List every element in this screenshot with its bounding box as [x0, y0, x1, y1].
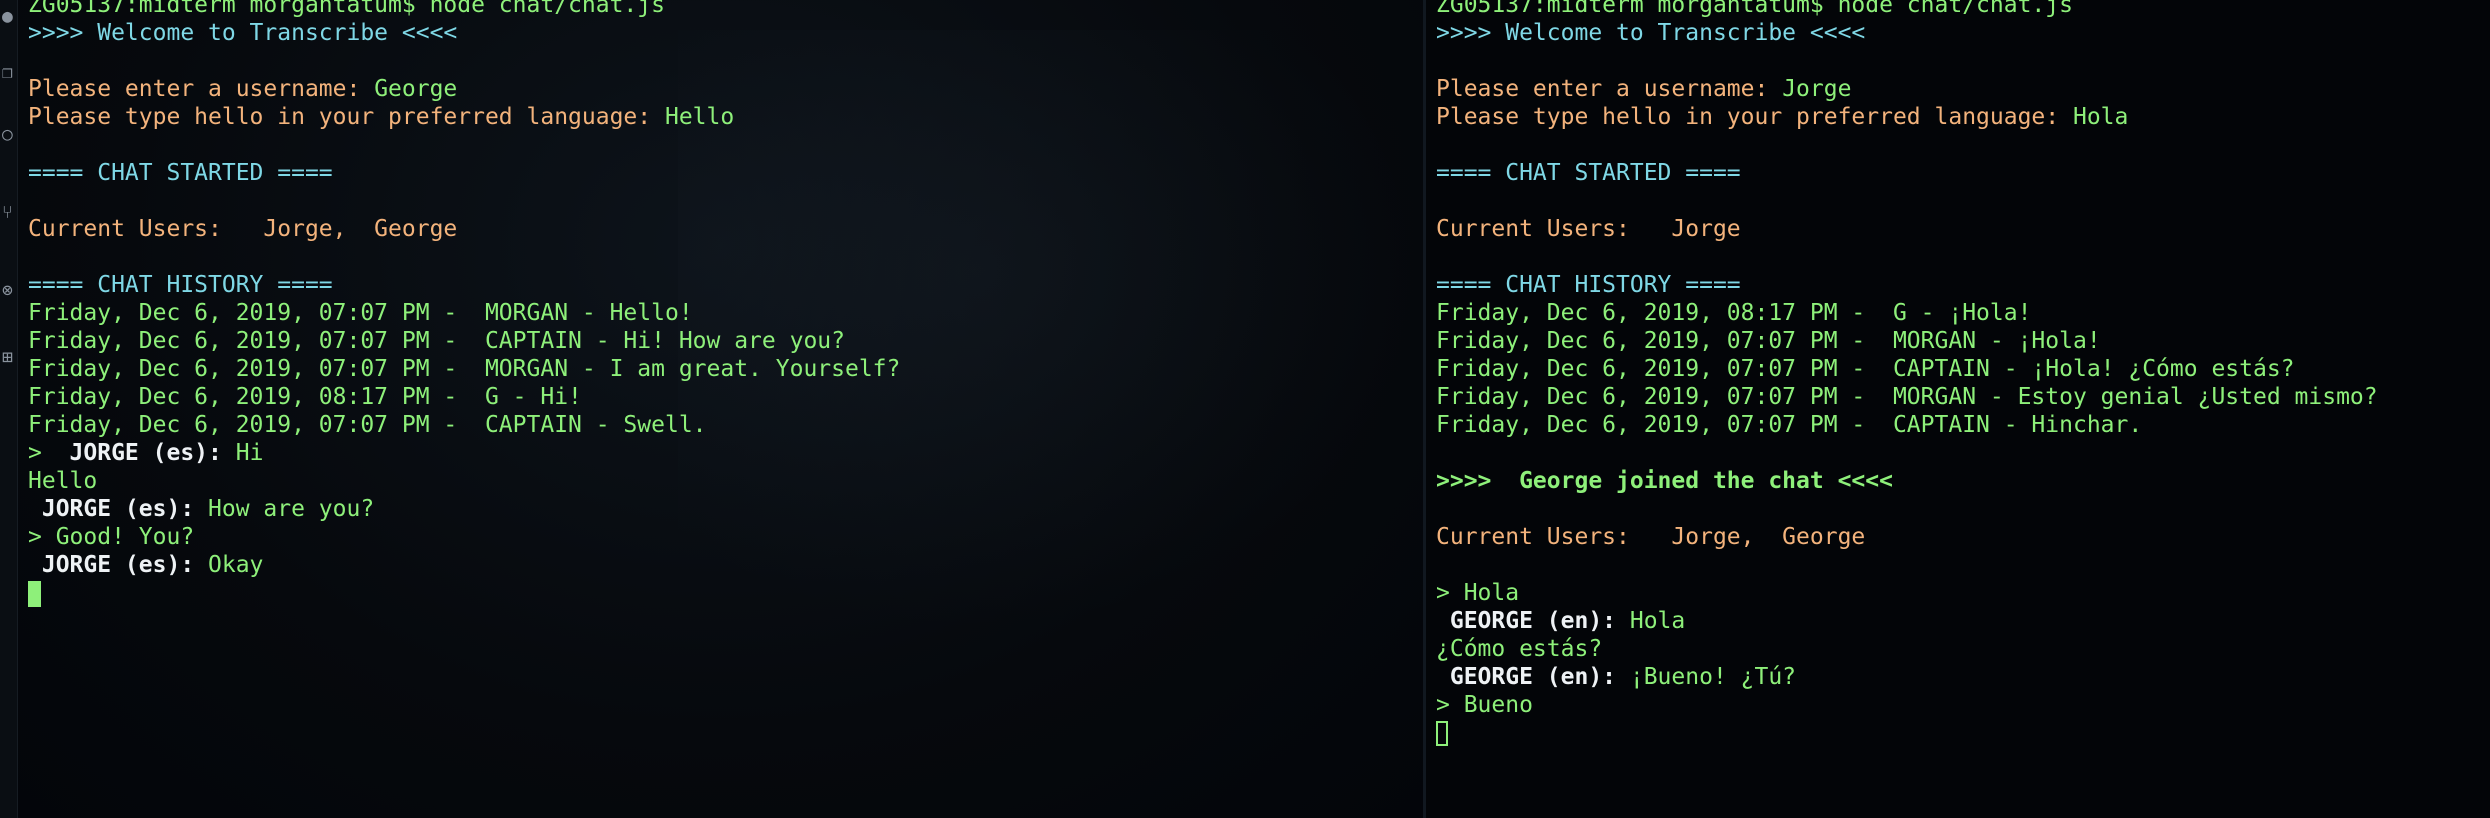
- hello-prompt: Please type hello in your preferred lang…: [28, 104, 665, 130]
- sent-message: > Good! You?: [28, 524, 195, 550]
- history-line: Friday, Dec 6, 2019, 07:07 PM - MORGAN -…: [28, 356, 901, 382]
- current-users-line: Current Users: Jorge: [1436, 215, 2490, 243]
- history-line: Friday, Dec 6, 2019, 08:17 PM - G - ¡Hol…: [1436, 300, 2032, 326]
- history-line: Friday, Dec 6, 2019, 07:07 PM - MORGAN -…: [1436, 328, 2101, 354]
- history-line: Friday, Dec 6, 2019, 07:07 PM - CAPTAIN …: [28, 412, 707, 438]
- terminal-cursor: [1436, 721, 1448, 746]
- hello-value: Hello: [664, 104, 735, 130]
- history-line: Friday, Dec 6, 2019, 07:07 PM - CAPTAIN …: [28, 328, 845, 354]
- debug-icon[interactable]: ⊗: [2, 278, 15, 304]
- input-caret: >: [28, 440, 70, 466]
- files-icon[interactable]: ❐: [2, 60, 15, 86]
- current-users-label: Current Users:: [1436, 216, 1658, 242]
- input-line[interactable]: [1436, 719, 2490, 747]
- history-line: Friday, Dec 6, 2019, 07:07 PM - CAPTAIN …: [1436, 356, 2295, 382]
- input-line[interactable]: [28, 579, 1423, 607]
- hello-value: Hola: [2072, 104, 2129, 130]
- welcome-banner: >>>> Welcome to Transcribe <<<<: [28, 20, 458, 46]
- sent-message: ¿Cómo estás?: [1436, 636, 1603, 662]
- username-value: George: [374, 76, 458, 102]
- current-users-label: Current Users:: [28, 216, 250, 242]
- shell-prompt: ZG05137:midterm morgantatum$ node chat/c…: [1436, 0, 2073, 18]
- current-users-line: Current Users: Jorge, George: [1436, 523, 2490, 551]
- incoming-message: JORGE (es): How are you?: [28, 495, 1423, 523]
- history-line: Friday, Dec 6, 2019, 07:07 PM - CAPTAIN …: [1436, 412, 2143, 438]
- sent-message: > Bueno: [1436, 692, 1533, 718]
- branch-icon[interactable]: ⑂: [2, 200, 15, 226]
- chat-history-header: ==== CHAT HISTORY ====: [1436, 272, 1741, 298]
- incoming-message: GEORGE (en): ¡Bueno! ¿Tú?: [1436, 663, 2490, 691]
- message-sender: JORGE (es):: [28, 496, 195, 522]
- incoming-message: > JORGE (es): Hi: [28, 439, 1423, 467]
- chat-started-banner: ==== CHAT STARTED ====: [28, 160, 333, 186]
- incoming-message: JORGE (es): Okay: [28, 551, 1423, 579]
- current-users-label: Current Users:: [1436, 524, 1658, 550]
- right-terminal[interactable]: ZG05137:midterm morgantatum$ node chat/c…: [1426, 0, 2490, 818]
- username-prompt: Please enter a username:: [1436, 76, 1783, 102]
- current-users-value: Jorge: [1657, 216, 1741, 242]
- message-sender: JORGE (es):: [69, 440, 222, 466]
- username-value: Jorge: [1782, 76, 1852, 102]
- username-prompt: Please enter a username:: [28, 76, 375, 102]
- join-notice: >>>> George joined the chat <<<<: [1436, 468, 1893, 494]
- message-text: Hi: [221, 440, 264, 466]
- hello-prompt: Please type hello in your preferred lang…: [1436, 104, 2073, 130]
- current-users-value: Jorge, George: [1657, 524, 1866, 550]
- current-users-line: Current Users: Jorge, George: [28, 215, 1423, 243]
- message-text: Okay: [194, 552, 264, 578]
- history-line: Friday, Dec 6, 2019, 07:07 PM - MORGAN -…: [1436, 384, 2378, 410]
- incoming-message: GEORGE (en): Hola: [1436, 607, 2490, 635]
- message-text: How are you?: [194, 496, 375, 522]
- message-sender: GEORGE (en):: [1436, 608, 1617, 634]
- sent-message: > Hola: [1436, 580, 1520, 606]
- history-line: Friday, Dec 6, 2019, 07:07 PM - MORGAN -…: [28, 300, 693, 326]
- chat-started-banner: ==== CHAT STARTED ====: [1436, 160, 1741, 186]
- shell-prompt: ZG05137:midterm morgantatum$ node chat/c…: [28, 0, 665, 18]
- welcome-banner: >>>> Welcome to Transcribe <<<<: [1436, 20, 1866, 46]
- sent-message: Hello: [28, 468, 98, 494]
- message-sender: JORGE (es):: [28, 552, 195, 578]
- chat-history-header: ==== CHAT HISTORY ====: [28, 272, 333, 298]
- extensions-icon[interactable]: ⊞: [2, 345, 15, 371]
- record-icon[interactable]: ●: [2, 4, 15, 30]
- username-line: Please enter a username: Jorge: [1436, 75, 2490, 103]
- message-text: ¡Bueno! ¿Tú?: [1616, 664, 1797, 690]
- username-line: Please enter a username: George: [28, 75, 1423, 103]
- history-line: Friday, Dec 6, 2019, 08:17 PM - G - Hi!: [28, 384, 582, 410]
- current-users-value: Jorge, George: [249, 216, 458, 242]
- terminal-cursor: [28, 580, 41, 607]
- left-terminal[interactable]: ZG05137:midterm morgantatum$ node chat/c…: [18, 0, 1423, 818]
- message-text: Hola: [1616, 608, 1686, 634]
- sidebar: ● ❐ ○ ⑂ ⊗ ⊞: [0, 0, 18, 818]
- search-icon[interactable]: ○: [2, 122, 15, 148]
- hello-line: Please type hello in your preferred lang…: [1436, 103, 2490, 131]
- hello-line: Please type hello in your preferred lang…: [28, 103, 1423, 131]
- message-sender: GEORGE (en):: [1436, 664, 1617, 690]
